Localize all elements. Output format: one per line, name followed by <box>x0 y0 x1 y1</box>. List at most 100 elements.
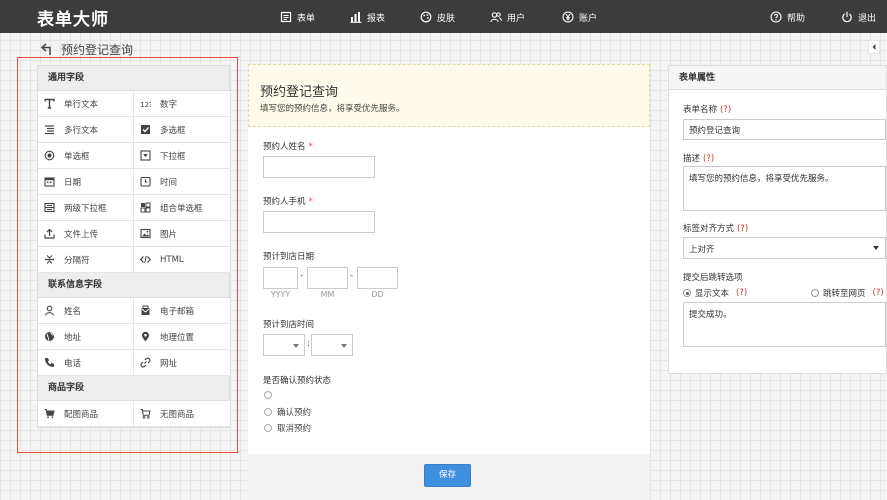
field-group-radio[interactable]: 组合单选框 <box>134 195 230 221</box>
radio-button[interactable] <box>264 408 272 416</box>
option-label: 跳转至网页 <box>823 289 866 299</box>
field-dropdown[interactable]: 下拉框 <box>134 143 230 169</box>
option-redirect-url[interactable]: 跳转至网页 (?) <box>811 287 884 299</box>
field-file-upload[interactable]: 文件上传 <box>38 221 134 247</box>
field-date[interactable]: 日期 <box>38 169 134 195</box>
form-header[interactable]: 预约登记查询 填写您的预约信息，将享受优先服务。 <box>248 64 650 127</box>
help-button[interactable]: 帮助 <box>770 9 805 25</box>
field-single-line-text[interactable]: 单行文本 <box>38 91 134 117</box>
field-name[interactable]: 姓名 <box>38 298 134 324</box>
mail-icon <box>141 305 150 315</box>
form-description: 填写您的预约信息，将享受优先服务。 <box>260 104 405 114</box>
save-button[interactable]: 保存 <box>424 464 471 487</box>
field-label: 日期 <box>64 177 82 188</box>
field-label: 分隔符 <box>64 255 90 266</box>
field-number[interactable]: 123 数字 <box>134 91 230 117</box>
field-product-with-image[interactable]: 配图商品 <box>38 401 134 427</box>
help-hint[interactable]: (?) <box>737 224 748 234</box>
page-title: 预约登记查询 <box>61 43 134 57</box>
back-arrow-icon[interactable] <box>40 42 56 56</box>
field-image[interactable]: 图片 <box>134 221 230 247</box>
field-separator[interactable]: 分隔符 <box>38 247 134 273</box>
status-option-empty[interactable] <box>264 391 277 399</box>
description-textarea[interactable]: 填写您的预约信息，将享受优先服务。 <box>683 166 886 211</box>
success-text-textarea[interactable]: 提交成功。 <box>683 302 886 347</box>
field-label: 地址 <box>64 332 82 343</box>
palette-icon <box>420 11 432 23</box>
radio-icon <box>44 150 55 161</box>
chevron-down-icon <box>293 344 299 348</box>
field-product-without-image[interactable]: 无图商品 <box>134 401 230 427</box>
name-input[interactable] <box>263 156 375 178</box>
time-minute-select[interactable] <box>311 334 353 356</box>
required-mark: * <box>308 142 313 152</box>
option-show-text[interactable]: 显示文本 (?) <box>683 287 747 299</box>
time-separator: : <box>307 339 311 349</box>
field-phone[interactable]: 电话 <box>38 350 134 376</box>
field-radio[interactable]: 单选框 <box>38 143 134 169</box>
brand-logo[interactable]: 表单大师 <box>37 5 109 30</box>
form-name-input[interactable]: 预约登记查询 <box>683 119 886 140</box>
field-label: 多行文本 <box>64 125 99 136</box>
nav-item-label: 用户 <box>507 13 526 24</box>
radio-button[interactable] <box>264 391 272 399</box>
radio-button[interactable] <box>264 424 272 432</box>
prop-label-after-submit: 提交后跳转选项 <box>683 273 743 283</box>
user-icon <box>44 305 55 316</box>
number-icon: 123 <box>140 101 151 109</box>
collapse-panel-icon[interactable] <box>868 40 880 54</box>
top-navigation-bar: 表单大师 表单 报表 皮肤 用户 账户 帮助 退出 <box>0 0 887 33</box>
field-checkbox[interactable]: 多选框 <box>134 117 230 143</box>
chevron-down-icon <box>341 344 347 348</box>
field-html[interactable]: HTML <box>134 247 230 273</box>
form-footer: 保存 <box>248 454 650 500</box>
field-address[interactable]: 地址 <box>38 324 134 350</box>
nav-item-users[interactable]: 用户 <box>490 9 525 25</box>
help-hint[interactable]: (?) <box>703 154 714 164</box>
help-hint[interactable]: (?) <box>736 288 747 298</box>
list-icon <box>280 11 292 23</box>
field-email[interactable]: 电子邮箱 <box>134 298 230 324</box>
field-location[interactable]: 地理位置 <box>134 324 230 350</box>
time-hour-select[interactable] <box>263 334 305 356</box>
field-label-status: 是否确认预约状态 <box>263 376 332 386</box>
nav-item-label: 表单 <box>297 13 316 24</box>
date-year-input[interactable] <box>263 267 298 289</box>
help-hint[interactable]: (?) <box>873 288 884 298</box>
label-text: 描述 <box>683 154 701 164</box>
radio-button-selected[interactable] <box>683 289 691 297</box>
dropdown-icon <box>140 150 151 161</box>
radio-button[interactable] <box>811 289 819 297</box>
nav-item-reports[interactable]: 报表 <box>350 9 385 25</box>
label-align-select[interactable]: 上对齐 <box>683 237 886 259</box>
field-label: 文件上传 <box>64 229 99 240</box>
help-hint[interactable]: (?) <box>720 105 731 115</box>
phone-input[interactable] <box>263 211 375 233</box>
date-caption-month: MM <box>320 290 335 299</box>
field-label: 图片 <box>160 229 178 240</box>
field-label-phone: 预约人手机 * <box>263 195 313 207</box>
form-properties-panel: 表单属性 表单名称 (?) 预约登记查询 描述 (?) 填写您的预约信息，将享受优先… <box>668 65 887 374</box>
field-time[interactable]: 时间 <box>134 169 230 195</box>
date-day-input[interactable] <box>357 267 398 289</box>
option-label: 确认预约 <box>277 408 312 418</box>
nav-item-forms[interactable]: 表单 <box>280 9 315 25</box>
field-two-level-dropdown[interactable]: 两级下拉框 <box>38 195 134 221</box>
field-url[interactable]: 网址 <box>134 350 230 376</box>
nav-item-label: 皮肤 <box>437 13 456 24</box>
field-label: 姓名 <box>64 306 82 317</box>
field-multi-line-text[interactable]: 多行文本 <box>38 117 134 143</box>
option-label: 取消预约 <box>277 424 312 434</box>
prop-label-name: 表单名称 (?) <box>683 103 731 115</box>
field-label: 电话 <box>64 358 82 369</box>
selected-value: 上对齐 <box>689 245 715 255</box>
status-option-confirm[interactable]: 确认预约 <box>264 406 311 418</box>
status-option-cancel[interactable]: 取消预约 <box>264 422 311 434</box>
logout-button[interactable]: 退出 <box>841 9 876 25</box>
nav-item-skins[interactable]: 皮肤 <box>420 9 455 25</box>
nav-item-account[interactable]: 账户 <box>562 9 597 25</box>
field-label: 组合单选框 <box>160 203 203 214</box>
date-month-input[interactable] <box>307 267 348 289</box>
help-icon <box>770 11 782 23</box>
date-separator: - <box>300 271 304 281</box>
